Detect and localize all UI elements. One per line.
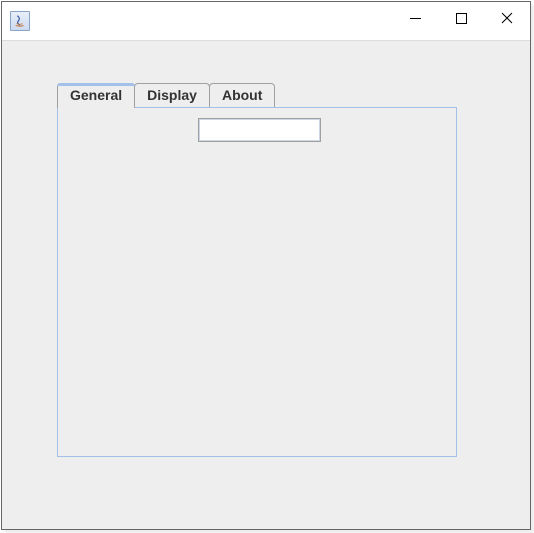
tab-label: General bbox=[70, 87, 122, 103]
window-frame: General Display About bbox=[1, 1, 531, 530]
tabs-row: General Display About bbox=[57, 83, 477, 107]
tabbed-pane: General Display About bbox=[57, 83, 477, 457]
java-app-icon bbox=[10, 11, 30, 31]
maximize-button[interactable] bbox=[438, 2, 484, 34]
window-controls bbox=[392, 2, 530, 40]
minimize-button[interactable] bbox=[392, 2, 438, 34]
titlebar[interactable] bbox=[2, 2, 530, 40]
text-input[interactable] bbox=[198, 118, 321, 142]
tab-about[interactable]: About bbox=[209, 83, 275, 107]
tab-general[interactable]: General bbox=[57, 83, 135, 108]
tab-panel-general bbox=[57, 107, 457, 457]
content-area: General Display About bbox=[2, 40, 530, 529]
tab-label: Display bbox=[147, 87, 197, 103]
close-button[interactable] bbox=[484, 2, 530, 34]
tab-label: About bbox=[222, 87, 262, 103]
tab-display[interactable]: Display bbox=[134, 83, 210, 107]
